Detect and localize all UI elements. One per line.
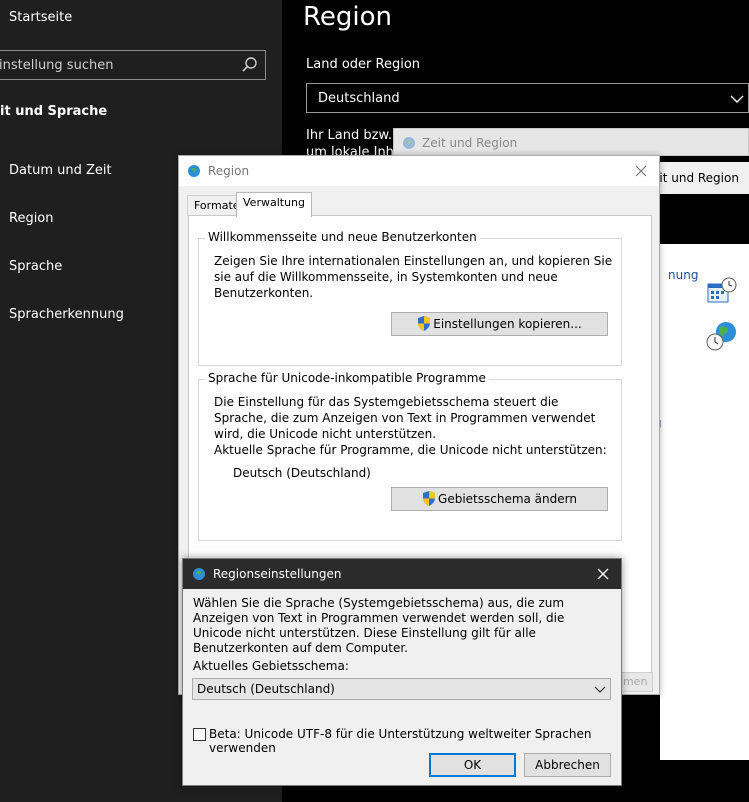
dialog-title: Regionseinstellungen <box>213 567 342 581</box>
sidebar-item-spracherkennung[interactable]: Spracherkennung <box>9 307 124 322</box>
unicode-group-text: Die Einstellung für das Systemgebietssch… <box>214 395 596 441</box>
unicode-group: Sprache für Unicode-inkompatible Program… <box>198 371 622 541</box>
change-locale-label: Gebietsschema ändern <box>438 492 577 506</box>
category-heading: it und Sprache <box>0 104 108 119</box>
beta-utf8-checkbox[interactable] <box>193 728 206 741</box>
country-label: Land oder Region <box>306 57 421 72</box>
settings-search-input[interactable] <box>0 51 235 79</box>
current-language-value: Deutsch (Deutschland) <box>233 466 371 480</box>
sidebar-item-datum-und-zeit[interactable]: Datum und Zeit <box>9 163 112 178</box>
sidebar-item-region[interactable]: Region <box>9 211 54 226</box>
change-locale-button[interactable]: Gebietsschema ändern <box>391 487 608 511</box>
zeit-region-dark-strip <box>660 196 749 244</box>
window-title: Zeit und Region <box>422 136 518 150</box>
description-line: Ihr Land bzw. <box>306 128 393 143</box>
globe-clock-icon[interactable] <box>706 320 738 352</box>
link-fragment[interactable]: nung <box>668 268 698 282</box>
ok-button[interactable]: OK <box>429 753 516 777</box>
copy-settings-label: Einstellungen kopieren... <box>433 317 582 331</box>
welcome-group: Willkommensseite und neue Benutzerkonten… <box>198 230 622 366</box>
cancel-button[interactable]: Abbrechen <box>524 753 611 777</box>
country-select[interactable]: Deutschland <box>306 83 749 113</box>
welcome-group-legend: Willkommensseite und neue Benutzerkonten <box>205 230 480 244</box>
locale-combobox-value: Deutsch (Deutschland) <box>197 682 335 696</box>
current-locale-label: Aktuelles Gebietsschema: <box>193 659 349 673</box>
locale-combobox[interactable]: Deutsch (Deutschland) <box>192 678 611 700</box>
uac-shield-icon <box>418 316 431 331</box>
page-title: Region <box>303 2 393 32</box>
close-icon[interactable] <box>631 161 651 181</box>
welcome-group-text: Zeigen Sie Ihre internationalen Einstell… <box>214 254 613 300</box>
locale-dialog-titlebar[interactable]: Regionseinstellungen <box>183 559 621 589</box>
globe-icon <box>403 137 415 149</box>
zeit-region-button-label: eit und Region <box>652 171 739 185</box>
uac-shield-icon <box>423 491 436 506</box>
unicode-group-legend: Sprache für Unicode-inkompatible Program… <box>205 371 489 385</box>
settings-search-box[interactable] <box>0 50 266 80</box>
globe-icon <box>188 165 200 177</box>
region-dialog-titlebar[interactable]: Region <box>179 156 659 186</box>
zeit-region-titlebar: Zeit und Region <box>393 128 749 156</box>
globe-icon <box>193 568 205 580</box>
zeit-region-window-body: nung g <box>654 196 749 760</box>
sidebar-item-sprache[interactable]: Sprache <box>9 259 62 274</box>
dialog-title: Region <box>208 164 250 178</box>
chevron-down-icon <box>730 95 744 103</box>
home-nav-item[interactable]: Startseite <box>9 10 72 25</box>
copy-settings-button[interactable]: Einstellungen kopieren... <box>391 312 608 336</box>
locale-dialog-text: Wählen Sie die Sprache (Systemgebietssch… <box>193 596 565 655</box>
beta-utf8-label[interactable]: Beta: Unicode UTF-8 für die Unterstützun… <box>209 727 621 755</box>
current-language-label: Aktuelle Sprache für Programme, die Unic… <box>214 443 607 457</box>
tab-verwaltung[interactable]: Verwaltung <box>236 192 312 217</box>
chevron-down-icon <box>594 686 606 693</box>
search-icon[interactable] <box>241 56 259 74</box>
close-icon[interactable] <box>593 564 613 584</box>
locale-dialog: Regionseinstellungen Wählen Sie die Spra… <box>182 558 622 786</box>
calendar-clock-icon[interactable] <box>706 276 738 306</box>
country-value: Deutschland <box>318 91 400 106</box>
